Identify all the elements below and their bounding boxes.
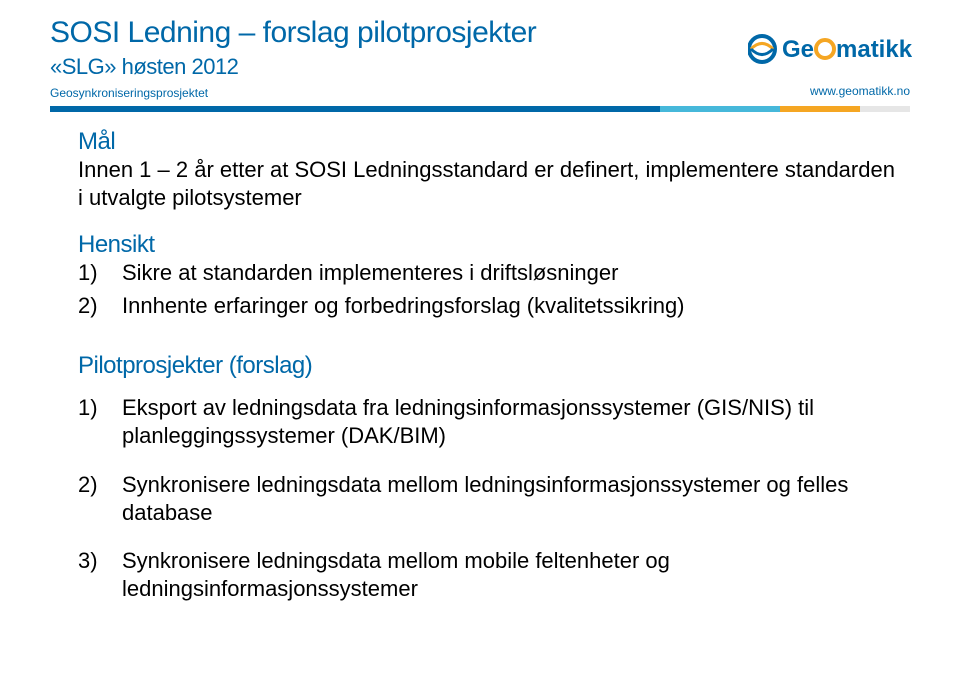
hensikt-list: 1) Sikre at standarden implementeres i d… <box>78 259 900 320</box>
list-number: 3) <box>78 547 122 603</box>
accent-bar <box>50 106 910 112</box>
list-number: 1) <box>78 394 122 450</box>
svg-text:Ge: Ge <box>782 36 814 63</box>
list-item: 2) Innhente erfaringer og forbedringsfor… <box>78 292 900 321</box>
accent-seg <box>780 106 860 112</box>
svg-text:matikk: matikk <box>836 36 913 63</box>
accent-seg <box>660 106 780 112</box>
list-text: Synkronisere ledningsdata mellom ledning… <box>122 471 900 527</box>
section-heading-maal: Mål <box>78 128 900 156</box>
meta-row: Geosynkroniseringsprosjektet <box>50 86 910 100</box>
list-item: 1) Eksport av ledningsdata fra ledningsi… <box>78 394 900 450</box>
pilot-list: 1) Eksport av ledningsdata fra ledningsi… <box>78 394 900 603</box>
list-text: Synkronisere ledningsdata mellom mobile … <box>122 547 900 603</box>
accent-seg <box>50 106 660 112</box>
list-item: 2) Synkronisere ledningsdata mellom ledn… <box>78 471 900 527</box>
list-item: 1) Sikre at standarden implementeres i d… <box>78 259 900 288</box>
accent-seg <box>860 106 910 112</box>
maal-text: Innen 1 – 2 år etter at SOSI Ledningssta… <box>78 156 900 211</box>
list-item: 3) Synkronisere ledningsdata mellom mobi… <box>78 547 900 603</box>
meta-left: Geosynkroniseringsprosjektet <box>50 86 208 100</box>
list-text: Innhente erfaringer og forbedringsforsla… <box>122 292 685 321</box>
list-text: Eksport av ledningsdata fra ledningsinfo… <box>122 394 900 450</box>
content: Mål Innen 1 – 2 år etter at SOSI Ledning… <box>50 128 910 603</box>
list-number: 2) <box>78 471 122 527</box>
meta-right-url: www.geomatikk.no <box>810 84 910 98</box>
slide: SOSI Ledning – forslag pilotprosjekter «… <box>0 0 960 681</box>
geomatikk-logo: Ge matikk <box>748 28 918 75</box>
list-text: Sikre at standarden implementeres i drif… <box>122 259 618 288</box>
list-number: 1) <box>78 259 122 288</box>
list-number: 2) <box>78 292 122 321</box>
section-heading-pilot: Pilotprosjekter (forslag) <box>78 352 900 380</box>
section-heading-hensikt: Hensikt <box>78 231 900 259</box>
